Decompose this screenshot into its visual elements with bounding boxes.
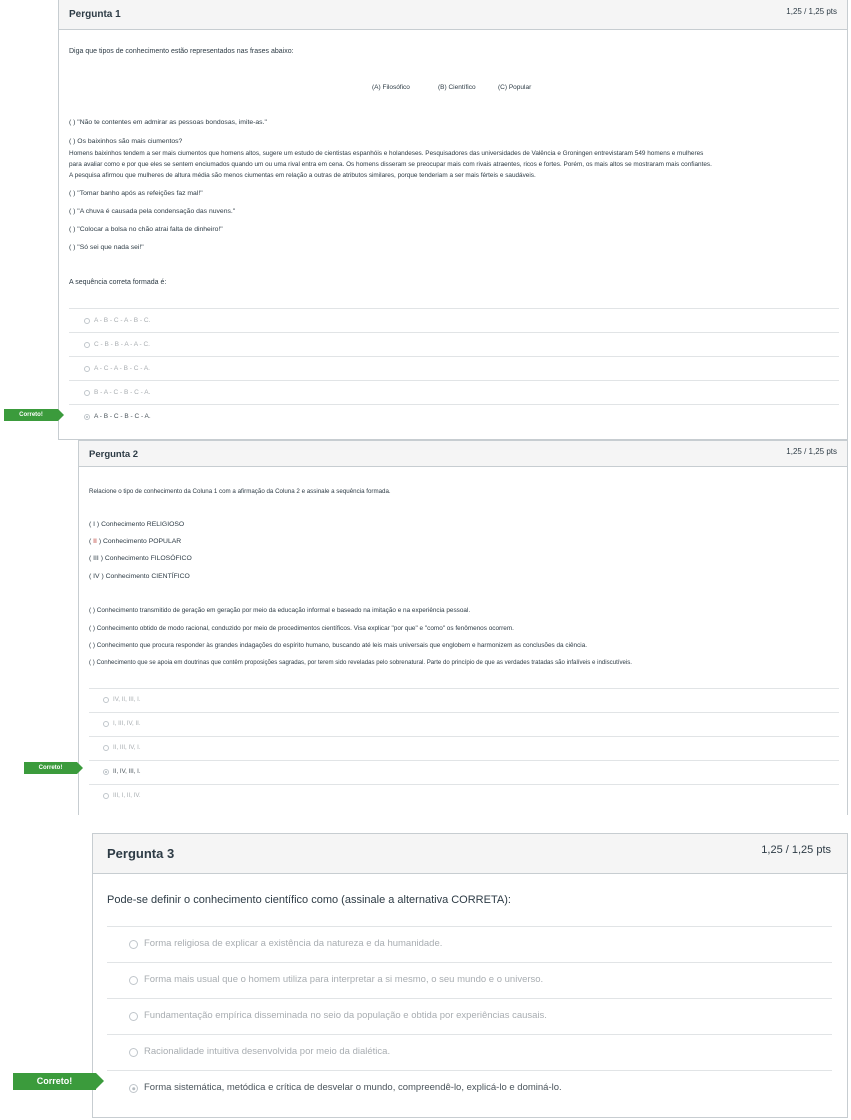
- radio-button[interactable]: [129, 1048, 138, 1057]
- q1-statement-1: ( ) "Não te contentes em admirar as pess…: [69, 119, 267, 126]
- q2-answer-option[interactable]: II, III, IV, I.: [89, 736, 839, 760]
- q2-answer-option[interactable]: IV, II, III, I.: [89, 688, 839, 712]
- question-2-title: Pergunta 2: [89, 449, 139, 460]
- radio-button-checked[interactable]: [129, 1084, 138, 1093]
- correct-flag-q2: Correto!: [24, 762, 83, 774]
- column-1-item-II-label: ) Conhecimento POPULAR: [96, 538, 182, 545]
- q1-answer-option[interactable]: C - B - B - A - A - C.: [69, 332, 839, 356]
- q2-answer-option[interactable]: I, III, IV, II.: [89, 712, 839, 736]
- question-3-prompt: Pode-se definir o conhecimento científic…: [107, 894, 511, 906]
- q2-answer-label: I, III, IV, II.: [113, 720, 141, 727]
- question-1-panel: Pergunta 1 1,25 / 1,25 pts Diga que tipo…: [58, 0, 848, 440]
- column-2-item: ( ) Conhecimento transmitido de geração …: [89, 607, 471, 614]
- radio-button[interactable]: [103, 793, 109, 799]
- q1-statement-4: ( ) "A chuva é causada pela condensação …: [69, 208, 236, 215]
- q1-statement-5: ( ) "Colocar a bolsa no chão atrai falta…: [69, 226, 223, 233]
- radio-button-checked[interactable]: [103, 769, 109, 775]
- q1-answer-label: A - B - C - B - C - A.: [94, 413, 151, 420]
- radio-button[interactable]: [84, 342, 90, 348]
- radio-button[interactable]: [84, 318, 90, 324]
- q1-answer-option[interactable]: A - B - C - A - B - C.: [69, 308, 839, 332]
- question-1-points: 1,25 / 1,25 pts: [786, 7, 837, 16]
- question-1-prompt: Diga que tipos de conhecimento estão rep…: [69, 48, 294, 55]
- q1-answer-label: B - A - C - B - C - A.: [94, 389, 151, 396]
- q1-statement-2-line-2: para avaliar como e por que eles se sent…: [69, 161, 712, 168]
- q1-answer-option-selected[interactable]: A - B - C - B - C - A.: [69, 404, 839, 430]
- question-2-panel: Pergunta 2 1,25 / 1,25 pts Relacione o t…: [78, 440, 848, 815]
- q3-answer-label: Racionalidade intuitiva desenvolvida por…: [144, 1046, 391, 1057]
- q1-statement-6: ( ) "Só sei que nada sei!": [69, 244, 144, 251]
- question-2-points: 1,25 / 1,25 pts: [786, 447, 837, 456]
- column-2-item: ( ) Conhecimento que procura responder à…: [89, 642, 588, 649]
- correct-flag-q1: Correto!: [4, 409, 64, 421]
- q1-statement-2-title: ( ) Os baixinhos são mais ciumentos?: [69, 138, 183, 145]
- q3-answer-option[interactable]: Forma mais usual que o homem utiliza par…: [107, 962, 832, 998]
- question-1-title: Pergunta 1: [69, 9, 121, 20]
- q3-answer-option[interactable]: Fundamentação empírica disseminada no se…: [107, 998, 832, 1034]
- q2-answer-option[interactable]: III, I, II, IV.: [89, 784, 839, 808]
- column-1-item-I: ( I ) Conhecimento RELIGIOSO: [89, 521, 185, 528]
- radio-button[interactable]: [129, 1012, 138, 1021]
- column-1-item-IV: ( IV ) Conhecimento CIENTÍFICO: [89, 573, 190, 580]
- column-1-item-III: ( III ) Conhecimento FILOSÓFICO: [89, 555, 192, 562]
- q1-statement-2-line-3: A pesquisa afirmou que mulheres de altur…: [69, 172, 536, 179]
- question-3-title: Pergunta 3: [107, 846, 175, 861]
- q2-answer-option-selected[interactable]: II, IV, III, I.: [89, 760, 839, 784]
- question-3-panel: Pergunta 3 1,25 / 1,25 pts Pode-se defin…: [92, 833, 848, 1118]
- radio-button[interactable]: [103, 745, 109, 751]
- radio-button[interactable]: [84, 366, 90, 372]
- radio-button[interactable]: [103, 721, 109, 727]
- q1-statement-2-line-1: Homens baixinhos tendem a ser mais ciume…: [69, 150, 704, 157]
- q3-answer-label: Forma mais usual que o homem utiliza par…: [144, 974, 544, 985]
- radio-button[interactable]: [129, 940, 138, 949]
- legend-cientifico: (B) Científico: [438, 84, 476, 91]
- legend-popular: (C) Popular: [498, 84, 532, 91]
- q3-answer-label: Forma religiosa de explicar a existência…: [144, 938, 443, 949]
- q2-answer-label: II, IV, III, I.: [113, 768, 141, 775]
- column-2-item: ( ) Conhecimento que se apoia em doutrin…: [89, 659, 632, 666]
- q3-answer-label: Fundamentação empírica disseminada no se…: [144, 1010, 547, 1021]
- q3-answer-label: Forma sistemática, metódica e crítica de…: [144, 1082, 562, 1093]
- q2-answer-label: IV, II, III, I.: [113, 696, 141, 703]
- q3-answer-option[interactable]: Racionalidade intuitiva desenvolvida por…: [107, 1034, 832, 1070]
- q1-answer-option[interactable]: B - A - C - B - C - A.: [69, 380, 839, 404]
- q1-statement-3: ( ) "Tomar banho após as refeições faz m…: [69, 190, 203, 197]
- radio-button[interactable]: [129, 976, 138, 985]
- q1-answer-label: A - C - A - B - C - A.: [94, 365, 150, 372]
- legend-filosofico: (A) Filosófico: [372, 84, 410, 91]
- question-3-points: 1,25 / 1,25 pts: [761, 844, 831, 856]
- q1-answer-label: C - B - B - A - A - C.: [94, 341, 150, 348]
- radio-button[interactable]: [84, 390, 90, 396]
- q1-answer-option[interactable]: A - C - A - B - C - A.: [69, 356, 839, 380]
- q3-answer-option[interactable]: Forma religiosa de explicar a existência…: [107, 926, 832, 962]
- question-2-header: Pergunta 2 1,25 / 1,25 pts: [79, 441, 847, 467]
- question-3-header: Pergunta 3 1,25 / 1,25 pts: [93, 834, 847, 874]
- radio-button-checked[interactable]: [84, 414, 90, 420]
- q2-answer-label: II, III, IV, I.: [113, 744, 141, 751]
- q1-answer-label: A - B - C - A - B - C.: [94, 317, 151, 324]
- question-1-sequence-prompt: A sequência correta formada é:: [69, 279, 167, 286]
- q2-answer-label: III, I, II, IV.: [113, 792, 141, 799]
- question-2-prompt: Relacione o tipo de conhecimento da Colu…: [89, 488, 391, 495]
- column-1-item-II: ( II ) Conhecimento POPULAR: [89, 538, 181, 545]
- q3-answer-option-selected[interactable]: Forma sistemática, metódica e crítica de…: [107, 1070, 832, 1106]
- column-2-item: ( ) Conhecimento obtido de modo racional…: [89, 625, 514, 632]
- correct-flag-q3: Correto!: [13, 1073, 104, 1090]
- radio-button[interactable]: [103, 697, 109, 703]
- question-1-header: Pergunta 1 1,25 / 1,25 pts: [59, 0, 847, 30]
